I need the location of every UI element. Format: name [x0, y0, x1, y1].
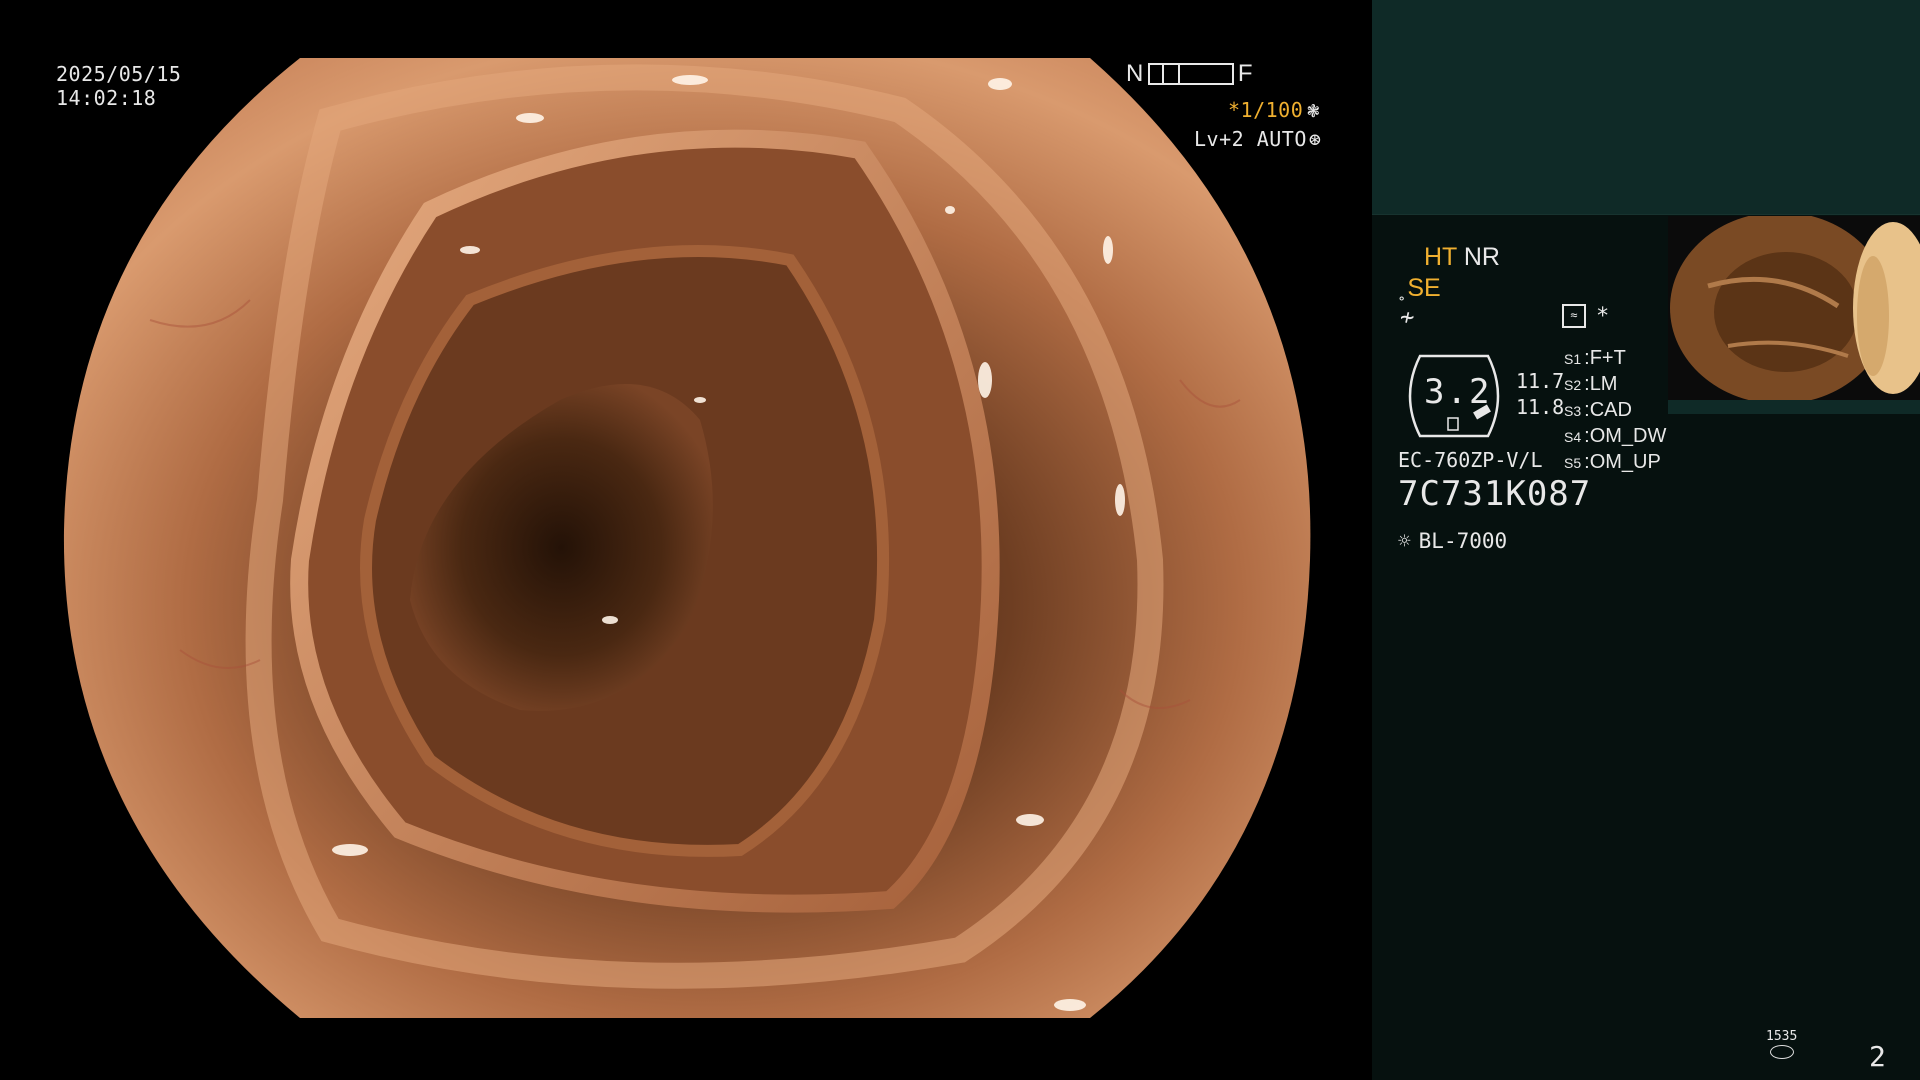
captured-image-thumbnail[interactable]	[1668, 216, 1920, 400]
image-counter: 1535	[1766, 1030, 1797, 1059]
thumbnail-bar	[1668, 400, 1920, 414]
memo-icons: ≈ *	[1562, 304, 1609, 329]
switch-row: S5:OM_UP	[1564, 451, 1661, 473]
nr-label: NR	[1463, 243, 1500, 271]
switch-row: S1:F+T	[1564, 347, 1626, 369]
endoscopy-image	[63, 58, 1311, 1018]
edge-enhance-icon: ≁	[1400, 303, 1415, 331]
iris-icon: ⊛	[1308, 127, 1322, 151]
light-source-label: BL-7000	[1418, 529, 1508, 553]
time-text: 14:02:18	[56, 86, 157, 110]
near-label: N	[1126, 60, 1144, 87]
shutter-speed: *1/100 ❃	[1228, 98, 1320, 122]
focus-marker	[1161, 63, 1180, 85]
sun-icon: ☼	[1398, 529, 1411, 553]
switch-row: S4:OM_DW	[1564, 425, 1667, 447]
storage-icon	[1769, 1045, 1794, 1059]
switch-row: S3:CAD	[1564, 399, 1632, 421]
shutter-text: *1/100	[1228, 98, 1304, 122]
enhancement-labels: HT NR	[1424, 242, 1500, 272]
readout-2: 11.8	[1516, 395, 1565, 419]
scope-serial: 7C731K087	[1398, 474, 1592, 514]
structure-enhancement: ˳SE	[1398, 274, 1441, 303]
se-label: SE	[1407, 274, 1441, 302]
panel-header-block	[1372, 0, 1920, 215]
info-panel: HT NR ˳SE ≁ ≈ * 3.2 11.7 11.8 EC-760ZP-V…	[1372, 0, 1920, 1080]
switch-assignments: S1:F+T S2:LM S3:CAD S4:OM_DW S5:OM_UP	[1564, 346, 1666, 476]
counter-value: 1535	[1766, 1029, 1798, 1044]
endoscope-view-area: 2025/05/15 14:02:18 N F *1/100 ❃ Lv+2 AUT…	[0, 0, 1372, 1080]
scope-arrow-icon: ˳	[1398, 276, 1406, 301]
date-text: 2025/05/15	[56, 62, 182, 86]
focus-bar	[1147, 63, 1234, 85]
memo-icon: ≈	[1562, 304, 1586, 328]
readouts: 11.7 11.8	[1516, 368, 1564, 420]
iris-text: Lv+2 AUTO	[1194, 127, 1307, 151]
switch-row: S2:LM	[1564, 373, 1618, 395]
ht-label: HT	[1424, 243, 1457, 271]
scope-model: EC-760ZP-V/L	[1398, 448, 1543, 472]
asterisk-label: *	[1596, 304, 1610, 329]
iris-mode: Lv+2 AUTO ⊛	[1194, 127, 1321, 151]
page-number: 2	[1869, 1040, 1886, 1073]
aperture-icon: ❃	[1307, 98, 1320, 122]
readout-1: 11.7	[1516, 369, 1565, 393]
near-far-gauge: N F	[1126, 62, 1253, 86]
date-time-display: 2025/05/15 14:02:18	[56, 62, 181, 110]
far-label: F	[1237, 60, 1254, 87]
zoom-value: 3.2	[1424, 372, 1492, 412]
light-source: ☼ BL-7000	[1398, 529, 1507, 553]
